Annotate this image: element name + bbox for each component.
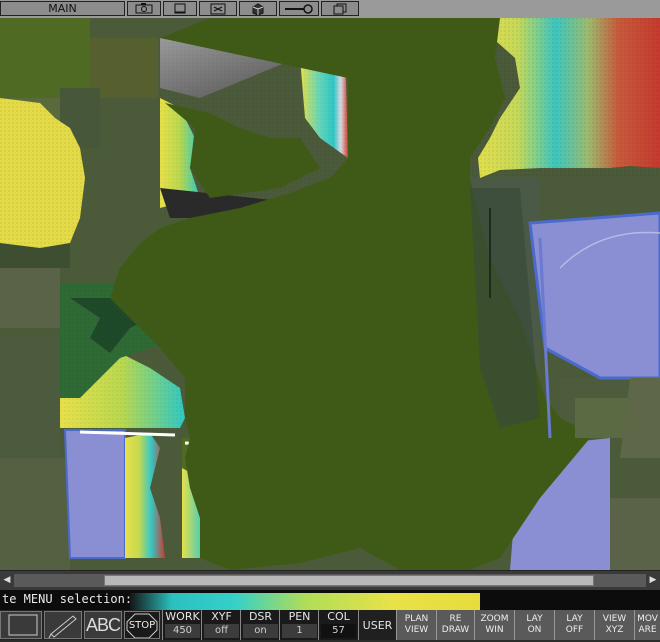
status-work[interactable]: WORK 450 [162,610,202,640]
key-button[interactable] [279,1,319,16]
lay-on-line1: LAY [526,614,543,624]
layers-icon [333,3,347,14]
status-dsr[interactable]: DSR on [240,610,280,640]
user-button[interactable]: USER [358,610,396,640]
status-col[interactable]: COL 57 [318,610,358,640]
status-dsr-label: DSR [248,610,273,623]
status-dsr-value: on [243,624,278,638]
view-xyz-line2: XYZ [605,625,624,635]
main-menu-label: MAIN [48,2,77,15]
cube-icon [252,2,264,15]
status-col-label: COL [327,610,350,623]
status-col-value: 57 [321,624,356,638]
pencil-tool[interactable] [44,611,82,639]
status-work-value: 450 [165,624,200,638]
layer-on-button[interactable]: LAY ON [514,610,554,640]
pencil-icon [48,615,77,639]
redraw-line2: DRAW [441,625,470,635]
lay-off-line2: OFF [565,625,584,635]
lay-off-line1: LAY [566,614,583,624]
move-area-button[interactable]: MOV ARE [634,610,660,640]
view-xyz-line1: VIEW [602,614,627,624]
plan-view-line1: PLAN [404,614,429,624]
status-xyf-value: off [204,624,239,638]
3d-viewport[interactable] [0,18,660,570]
layer-off-button[interactable]: LAY OFF [554,610,594,640]
page-icon [174,3,186,14]
scroll-left-arrow-icon[interactable]: ◀ [1,574,13,586]
mov-are-line2: ARE [638,625,657,635]
plan-view-line2: VIEW [404,625,429,635]
status-xyf-label: XYF [211,610,232,623]
status-pen-value: 1 [282,624,317,638]
layers-button[interactable] [321,1,359,16]
key-icon [285,4,313,14]
zoom-win-line2: WIN [485,625,504,635]
plan-view-button[interactable]: PLAN VIEW [396,610,436,640]
text-tool[interactable]: ABC [84,611,122,639]
user-label: USER [362,618,393,632]
bottom-toolbar: ABC STOP WORK 450 XYF off DSR on PEN 1 C… [0,610,660,640]
top-toolbar: MAIN [0,0,660,19]
status-pen-label: PEN [288,610,311,623]
horizontal-scrollbar[interactable]: ◀ ▶ [0,570,660,591]
scroll-track[interactable] [14,574,646,587]
status-xyf[interactable]: XYF off [201,610,241,640]
redraw-button[interactable]: RE DRAW [436,610,474,640]
stop-button[interactable]: STOP [124,611,160,639]
color-scale-bar [130,593,480,610]
zoom-win-line1: ZOOM [480,614,509,624]
cube-button[interactable] [239,1,277,16]
page-button[interactable] [163,1,197,16]
view-xyz-button[interactable]: VIEW XYZ [594,610,634,640]
select-tool[interactable] [0,611,42,639]
mov-are-line1: MOV [637,614,658,624]
terrain-render [0,18,660,570]
zoom-window-button[interactable]: ZOOM WIN [474,610,514,640]
transform-icon [210,3,226,14]
status-pen[interactable]: PEN 1 [279,610,319,640]
transform-button[interactable] [199,1,237,16]
command-prompt-text: te MENU selection: [2,592,133,606]
text-tool-icon: ABC [85,614,121,635]
camera-button[interactable] [127,1,161,16]
camera-icon [135,3,153,14]
status-work-label: WORK [165,610,200,623]
scroll-right-arrow-icon[interactable]: ▶ [647,574,659,586]
main-menu-button[interactable]: MAIN [0,1,125,16]
scroll-thumb[interactable] [104,575,594,586]
lay-on-line2: ON [527,625,542,635]
select-box-icon [8,614,38,636]
redraw-line1: RE [449,614,462,624]
stop-label: STOP [128,619,156,631]
